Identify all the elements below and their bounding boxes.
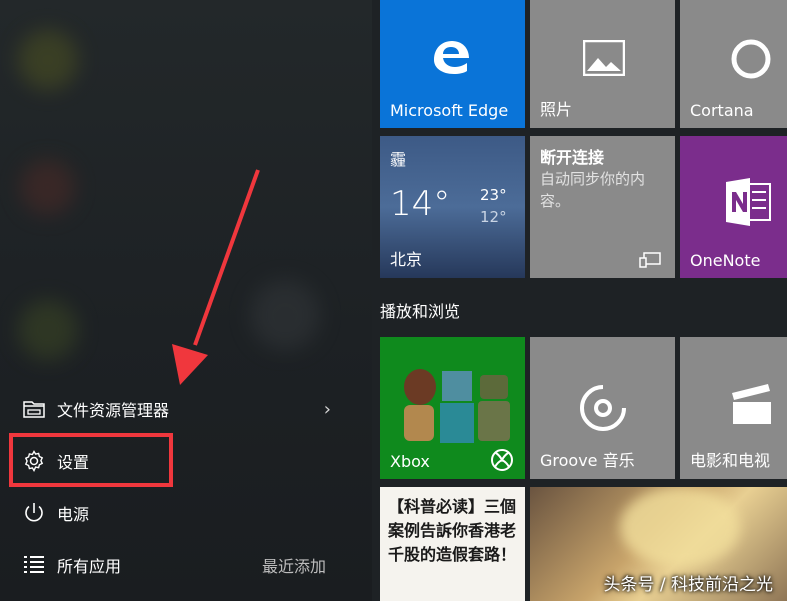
onenote-tile[interactable]: OneNote <box>680 136 787 278</box>
sync-message: 自动同步你的内容。 <box>540 170 646 210</box>
weather-condition: 霾 <box>390 150 407 169</box>
news-tile[interactable]: 【科普必读】三個案例告訴你香港老千股的造假套路！ <box>380 487 525 601</box>
xbox-label: Xbox <box>390 452 430 471</box>
photos-label: 照片 <box>540 100 573 119</box>
movies-tile[interactable]: 电影和电视 <box>680 337 787 479</box>
weather-temperature: 14° <box>390 184 451 224</box>
xbox-characters-image <box>404 369 510 443</box>
cortana-icon <box>731 39 771 79</box>
groove-tile[interactable]: Groove 音乐 <box>530 337 675 479</box>
groove-label: Groove 音乐 <box>540 451 635 470</box>
weather-high: 23° <box>480 186 507 204</box>
onenote-label: OneNote <box>690 251 761 270</box>
xbox-logo-icon <box>491 449 513 471</box>
sync-tile[interactable]: 断开连接 自动同步你的内容。 <box>530 136 675 278</box>
watermark: 头条号 / 科技前沿之光 <box>603 575 773 595</box>
sync-title: 断开连接 <box>540 148 605 167</box>
clapperboard-icon <box>732 384 771 424</box>
weather-tile[interactable]: 霾 14° 23° 12° 北京 <box>380 136 525 278</box>
edge-icon <box>434 41 469 74</box>
cortana-label: Cortana <box>690 101 754 120</box>
groove-icon <box>580 385 626 431</box>
onenote-icon <box>726 178 771 226</box>
weather-city: 北京 <box>390 250 423 269</box>
photo-image <box>620 487 740 567</box>
red-arrow-icon <box>172 169 260 385</box>
device-icon <box>639 252 661 268</box>
edge-tile[interactable]: Microsoft Edge <box>380 0 525 128</box>
news-headline: 【科普必读】三個案例告訴你香港老千股的造假套路！ <box>388 497 517 564</box>
edge-label: Microsoft Edge <box>390 101 509 120</box>
section-title: 播放和浏览 <box>380 302 461 321</box>
xbox-tile[interactable]: Xbox <box>380 337 525 479</box>
cortana-tile[interactable]: Cortana <box>680 0 787 128</box>
weather-low: 12° <box>480 208 507 226</box>
photos-icon <box>583 40 625 76</box>
movies-label: 电影和电视 <box>690 451 771 470</box>
photos-tile[interactable]: 照片 <box>530 0 675 128</box>
